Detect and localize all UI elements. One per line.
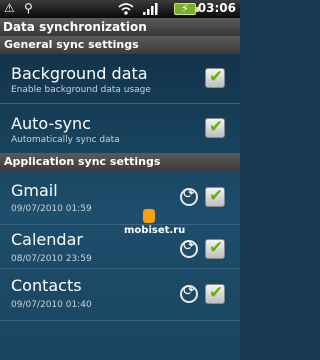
sync-item-timestamp: 09/07/2010 01:40 bbox=[11, 300, 92, 310]
status-clock: 03:06 bbox=[197, 1, 236, 15]
sync-icon bbox=[180, 238, 198, 258]
checkmark-icon: ✔ bbox=[209, 67, 224, 87]
setting-auto-sync[interactable]: Auto-sync Automatically sync data ✔ bbox=[0, 104, 240, 152]
sync-item-title: Calendar bbox=[11, 230, 83, 249]
battery-icon: ⚡ bbox=[174, 2, 199, 15]
warning-icon: ⚠ bbox=[4, 1, 21, 15]
watermark-text: mobiset.ru bbox=[124, 225, 186, 236]
sync-item-title: Gmail bbox=[11, 181, 58, 200]
sync-item-gmail[interactable]: Gmail 09/07/2010 01:59 ✔ bbox=[0, 171, 240, 223]
section-header-application: Application sync settings bbox=[0, 153, 240, 171]
sync-item-timestamp: 09/07/2010 01:59 bbox=[11, 204, 92, 214]
setting-subtitle: Automatically sync data bbox=[11, 135, 120, 145]
sync-item-timestamp: 08/07/2010 23:59 bbox=[11, 254, 92, 264]
setting-background-data[interactable]: Background data Enable background data u… bbox=[0, 54, 240, 102]
watermark-logo-icon bbox=[143, 209, 155, 223]
setting-title: Auto-sync bbox=[11, 114, 91, 133]
usb-icon: ⚲ bbox=[24, 1, 33, 15]
status-bar: ⚠ ⚲ ⚡ 03:06 bbox=[0, 0, 240, 18]
checkbox-background-data[interactable]: ✔ bbox=[205, 67, 225, 88]
wifi-icon bbox=[118, 3, 134, 15]
divider bbox=[0, 320, 240, 321]
checkmark-icon: ✔ bbox=[209, 238, 224, 258]
settings-content: General sync settings Background data En… bbox=[0, 36, 240, 360]
signal-icon bbox=[143, 3, 158, 15]
checkmark-icon: ✔ bbox=[209, 117, 224, 137]
sync-icon bbox=[180, 283, 198, 303]
checkmark-icon: ✔ bbox=[209, 283, 224, 303]
checkmark-icon: ✔ bbox=[209, 186, 224, 206]
sync-icon bbox=[180, 186, 198, 206]
checkbox-gmail[interactable]: ✔ bbox=[205, 186, 225, 207]
section-header-general: General sync settings bbox=[0, 36, 240, 54]
setting-subtitle: Enable background data usage bbox=[11, 85, 151, 95]
setting-title: Background data bbox=[11, 64, 148, 83]
sync-item-contacts[interactable]: Contacts 09/07/2010 01:40 ✔ bbox=[0, 269, 240, 321]
page-title: Data synchronization bbox=[0, 18, 240, 36]
checkbox-auto-sync[interactable]: ✔ bbox=[205, 117, 225, 138]
sync-item-title: Contacts bbox=[11, 276, 82, 295]
checkbox-calendar[interactable]: ✔ bbox=[205, 238, 225, 259]
checkbox-contacts[interactable]: ✔ bbox=[205, 283, 225, 304]
